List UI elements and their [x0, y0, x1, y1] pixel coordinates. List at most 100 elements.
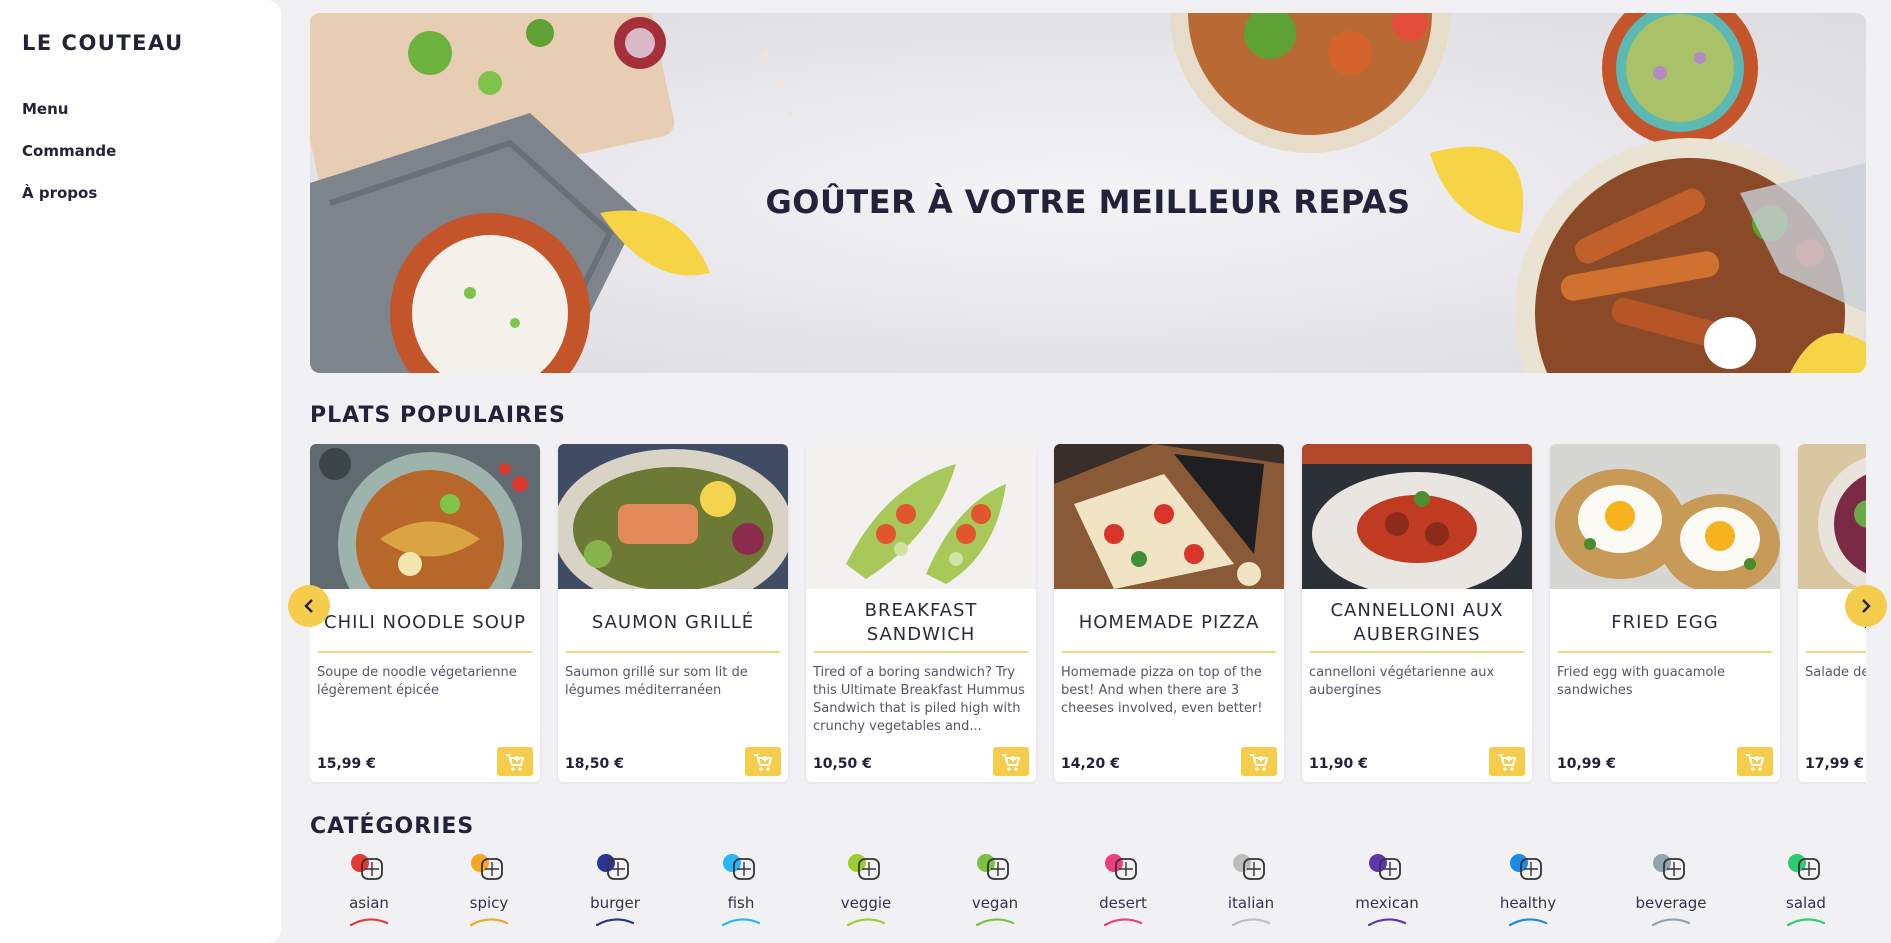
- chevron-right-icon: [1862, 599, 1871, 613]
- sprout-icon: [848, 854, 880, 880]
- sombrero-icon: [1369, 854, 1401, 880]
- dish-name: HOMEMADE PIZZA: [1078, 612, 1260, 633]
- dish-card-cannelloni-aux-aubergines[interactable]: CANNELLONI AUX AUBERGINES cannelloni vég…: [1302, 444, 1532, 782]
- dish-card-chili-noodle-soup[interactable]: CHILI NOODLE SOUP Soupe de noodle végeta…: [310, 444, 540, 782]
- category-label: spicy: [469, 894, 509, 912]
- category-underline: [1786, 918, 1826, 927]
- cart-icon: [1002, 753, 1021, 771]
- cart-icon: [1498, 753, 1517, 771]
- nav-item-menu[interactable]: Menu: [22, 100, 68, 118]
- add-to-cart-button[interactable]: [1241, 747, 1277, 776]
- nav-item-commande[interactable]: Commande: [22, 142, 116, 160]
- dish-divider: [318, 651, 532, 653]
- category-label: burger: [590, 894, 640, 912]
- dish-photo-hummus-sandwich: [806, 444, 1036, 589]
- category-underline: [1508, 918, 1548, 927]
- dish-price: 18,50 €: [565, 756, 624, 772]
- dish-card-fried-egg[interactable]: FRIED EGG Fried egg with guacamole sandw…: [1550, 444, 1780, 782]
- dish-photo-pizza: [1054, 444, 1284, 589]
- salad-bowl-icon: [1788, 854, 1820, 880]
- dish-description: Salade de...: [1805, 665, 1866, 680]
- burger-icon: [597, 854, 629, 880]
- category-vegan[interactable]: vegan: [945, 851, 1045, 943]
- category-salad[interactable]: salad: [1756, 851, 1856, 943]
- cart-icon: [1250, 753, 1269, 771]
- dish-price: 17,99 €: [1805, 756, 1864, 772]
- dish-card-saumon-grille[interactable]: SAUMON GRILLÉ Saumon grillé sur som lit …: [558, 444, 788, 782]
- category-label: veggie: [840, 894, 892, 912]
- add-to-cart-button[interactable]: [1489, 747, 1525, 776]
- dish-divider: [1558, 651, 1772, 653]
- chili-icon: [471, 854, 503, 880]
- dish-description: cannelloni végétarienne aux aubergines: [1309, 665, 1495, 698]
- category-spicy[interactable]: spicy: [439, 851, 539, 943]
- category-asian[interactable]: asian: [319, 851, 419, 943]
- category-underline: [1103, 918, 1143, 927]
- category-italian[interactable]: italian: [1201, 851, 1301, 943]
- category-burger[interactable]: burger: [565, 851, 665, 943]
- dish-photo-noodle-bowl: [310, 444, 540, 589]
- chevron-left-icon: [304, 599, 313, 613]
- category-label: mexican: [1355, 894, 1419, 912]
- popular-dishes-title: PLATS POPULAIRES: [310, 403, 566, 428]
- dish-description: Saumon grillé sur som lit de légumes méd…: [565, 665, 748, 698]
- dish-name: BREAKFAST SANDWICH: [864, 600, 978, 645]
- dish-price: 15,99 €: [317, 756, 376, 772]
- category-underline: [1651, 918, 1691, 927]
- category-underline: [1231, 918, 1271, 927]
- cart-icon: [506, 753, 525, 771]
- hero-title: GOÛTER À VOTRE MEILLEUR REPAS: [765, 183, 1411, 221]
- dish-description: Tired of a boring sandwich? Try this Ult…: [813, 665, 1025, 734]
- category-underline: [975, 918, 1015, 927]
- add-to-cart-button[interactable]: [497, 747, 533, 776]
- category-underline: [349, 918, 389, 927]
- cart-icon: [754, 753, 773, 771]
- dish-photo-fried-egg-toast: [1550, 444, 1780, 589]
- category-mexican[interactable]: mexican: [1337, 851, 1437, 943]
- category-label: fish: [727, 894, 755, 912]
- category-label: salad: [1786, 894, 1826, 912]
- dish-divider: [1310, 651, 1524, 653]
- add-to-cart-button[interactable]: [1737, 747, 1773, 776]
- category-fish[interactable]: fish: [691, 851, 791, 943]
- brand-logo[interactable]: LE COUTEAU: [22, 31, 184, 55]
- dish-divider: [1062, 651, 1276, 653]
- dish-name: SAUMON GRILLÉ: [591, 612, 755, 633]
- dish-name: FRIED EGG: [1611, 612, 1719, 633]
- category-desert[interactable]: desert: [1073, 851, 1173, 943]
- category-underline: [469, 918, 509, 927]
- dish-price: 10,99 €: [1557, 756, 1616, 772]
- dish-divider: [814, 651, 1028, 653]
- dish-card-breakfast-sandwich[interactable]: BREAKFAST SANDWICH Tired of a boring san…: [806, 444, 1036, 782]
- dish-divider: [566, 651, 780, 653]
- dish-divider: [1806, 651, 1866, 653]
- carousel-next-button[interactable]: [1845, 585, 1887, 627]
- category-underline: [595, 918, 635, 927]
- category-label: vegan: [971, 894, 1019, 912]
- bottle-icon: [1653, 854, 1685, 880]
- category-beverage[interactable]: beverage: [1621, 851, 1721, 943]
- sidebar: LE COUTEAU Menu Commande À propos: [0, 0, 281, 943]
- category-veggie[interactable]: veggie: [816, 851, 916, 943]
- nav-item-a-propos[interactable]: À propos: [22, 184, 97, 202]
- dish-price: 10,50 €: [813, 756, 872, 772]
- carousel-prev-button[interactable]: [288, 585, 330, 627]
- category-healthy[interactable]: healthy: [1478, 851, 1578, 943]
- category-label: beverage: [1635, 894, 1707, 912]
- add-to-cart-button[interactable]: [745, 747, 781, 776]
- categories-title: CATÉGORIES: [310, 814, 475, 839]
- dish-photo-salmon-plate: [558, 444, 788, 589]
- dish-photo-cannelloni-plate: [1302, 444, 1532, 589]
- category-label: italian: [1227, 894, 1275, 912]
- category-underline: [1367, 918, 1407, 927]
- cart-icon: [1746, 753, 1765, 771]
- dish-card-homemade-pizza[interactable]: HOMEMADE PIZZA Homemade pizza on top of …: [1054, 444, 1284, 782]
- category-label: healthy: [1499, 894, 1557, 912]
- add-to-cart-button[interactable]: [993, 747, 1029, 776]
- dish-description: Soupe de noodle végetarienne légèrement …: [317, 665, 517, 698]
- dish-name: CHILI NOODLE SOUP: [324, 612, 526, 633]
- dish-carousel: CHILI NOODLE SOUP Soupe de noodle végeta…: [310, 444, 1866, 784]
- bonsai-icon: [351, 854, 383, 880]
- category-label: asian: [349, 894, 389, 912]
- dish-name: CANNELLONI AUX AUBERGINES: [1330, 600, 1504, 645]
